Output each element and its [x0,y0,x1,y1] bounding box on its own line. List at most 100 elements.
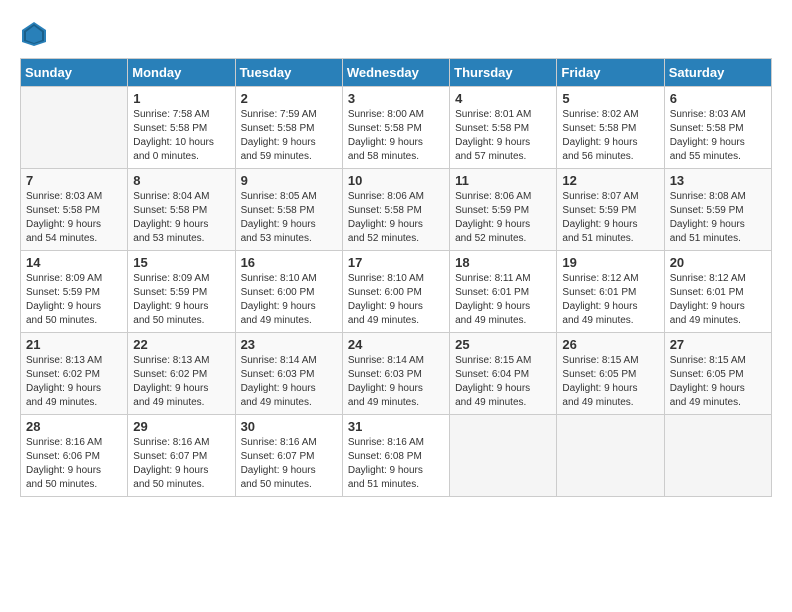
day-number: 8 [133,173,229,188]
calendar-cell: 23 Sunrise: 8:14 AMSunset: 6:03 PMDayligh… [235,333,342,415]
day-number: 28 [26,419,122,434]
day-info: Sunrise: 8:16 AMSunset: 6:06 PMDaylight:… [26,436,122,492]
day-number: 10 [348,173,444,188]
calendar-cell: 24 Sunrise: 8:14 AMSunset: 6:03 PMDayligh… [342,333,449,415]
day-number: 27 [670,337,766,352]
calendar-cell: 3Sunrise: 8:00 AMSunset: 5:58 PMDaylight… [342,87,449,169]
day-info: Sunrise: 8:05 AMSunset: 5:58 PMDaylight:… [241,190,337,246]
week-row-0: 1 Sunrise: 7:58 AMSunset: 5:58 PMDaylight… [21,87,772,169]
calendar-cell: 18Sunrise: 8:11 AMSunset: 6:01 PMDayligh… [450,251,557,333]
day-number: 7 [26,173,122,188]
day-info: Sunrise: 8:15 AMSunset: 6:05 PMDaylight:… [670,354,766,410]
calendar-cell: 8 Sunrise: 8:04 AMSunset: 5:58 PMDaylight… [128,169,235,251]
day-number: 22 [133,337,229,352]
day-info: Sunrise: 8:08 AMSunset: 5:59 PMDaylight:… [670,190,766,246]
header [20,20,772,48]
day-number: 23 [241,337,337,352]
day-number: 24 [348,337,444,352]
day-number: 2 [241,91,337,106]
day-number: 30 [241,419,337,434]
day-info: Sunrise: 8:16 AMSunset: 6:07 PMDaylight:… [241,436,337,492]
day-number: 18 [455,255,551,270]
logo [20,20,52,48]
calendar-cell: 15 Sunrise: 8:09 AMSunset: 5:59 PMDayligh… [128,251,235,333]
day-info: Sunrise: 8:13 AMSunset: 6:02 PMDaylight:… [133,354,229,410]
calendar-cell: 26 Sunrise: 8:15 AMSunset: 6:05 PMDayligh… [557,333,664,415]
day-info: Sunrise: 8:09 AMSunset: 5:59 PMDaylight:… [133,272,229,328]
calendar-cell: 29 Sunrise: 8:16 AMSunset: 6:07 PMDayligh… [128,415,235,497]
day-info: Sunrise: 8:06 AMSunset: 5:58 PMDaylight:… [348,190,444,246]
calendar-cell: 20 Sunrise: 8:12 AMSunset: 6:01 PMDayligh… [664,251,771,333]
day-number: 16 [241,255,337,270]
weekday-header-tuesday: Tuesday [235,59,342,87]
day-info: Sunrise: 8:09 AMSunset: 5:59 PMDaylight:… [26,272,122,328]
weekday-header-friday: Friday [557,59,664,87]
day-number: 26 [562,337,658,352]
calendar-cell: 17 Sunrise: 8:10 AMSunset: 6:00 PMDayligh… [342,251,449,333]
calendar-cell [450,415,557,497]
day-info: Sunrise: 8:06 AMSunset: 5:59 PMDaylight:… [455,190,551,246]
day-info: Sunrise: 8:03 AMSunset: 5:58 PMDaylight:… [26,190,122,246]
day-number: 20 [670,255,766,270]
day-number: 14 [26,255,122,270]
calendar-cell: 4 Sunrise: 8:01 AMSunset: 5:58 PMDaylight… [450,87,557,169]
day-info: Sunrise: 8:07 AMSunset: 5:59 PMDaylight:… [562,190,658,246]
day-number: 19 [562,255,658,270]
day-info: Sunrise: 8:16 AMSunset: 6:07 PMDaylight:… [133,436,229,492]
weekday-header-monday: Monday [128,59,235,87]
day-info: Sunrise: 8:03 AMSunset: 5:58 PMDaylight:… [670,108,766,164]
day-info: Sunrise: 8:00 AMSunset: 5:58 PMDaylight:… [348,108,444,164]
weekday-header-thursday: Thursday [450,59,557,87]
calendar-cell: 19 Sunrise: 8:12 AMSunset: 6:01 PMDayligh… [557,251,664,333]
calendar-cell: 16Sunrise: 8:10 AMSunset: 6:00 PMDayligh… [235,251,342,333]
day-info: Sunrise: 8:10 AMSunset: 6:00 PMDaylight:… [348,272,444,328]
day-info: Sunrise: 8:13 AMSunset: 6:02 PMDaylight:… [26,354,122,410]
calendar-cell: 31 Sunrise: 8:16 AMSunset: 6:08 PMDayligh… [342,415,449,497]
day-number: 12 [562,173,658,188]
day-number: 15 [133,255,229,270]
day-number: 4 [455,91,551,106]
day-number: 21 [26,337,122,352]
day-number: 11 [455,173,551,188]
day-number: 29 [133,419,229,434]
day-info: Sunrise: 8:16 AMSunset: 6:08 PMDaylight:… [348,436,444,492]
calendar-cell [664,415,771,497]
day-number: 9 [241,173,337,188]
calendar-cell: 11 Sunrise: 8:06 AMSunset: 5:59 PMDayligh… [450,169,557,251]
calendar-table: SundayMondayTuesdayWednesdayThursdayFrid… [20,58,772,497]
calendar-cell: 14 Sunrise: 8:09 AMSunset: 5:59 PMDayligh… [21,251,128,333]
calendar-cell: 13Sunrise: 8:08 AMSunset: 5:59 PMDayligh… [664,169,771,251]
day-info: Sunrise: 8:12 AMSunset: 6:01 PMDaylight:… [562,272,658,328]
day-info: Sunrise: 7:58 AMSunset: 5:58 PMDaylight:… [133,108,229,164]
week-row-1: 7 Sunrise: 8:03 AMSunset: 5:58 PMDaylight… [21,169,772,251]
calendar-cell: 7 Sunrise: 8:03 AMSunset: 5:58 PMDaylight… [21,169,128,251]
logo-icon [20,20,48,48]
calendar-cell: 21 Sunrise: 8:13 AMSunset: 6:02 PMDayligh… [21,333,128,415]
weekday-header-wednesday: Wednesday [342,59,449,87]
day-info: Sunrise: 8:14 AMSunset: 6:03 PMDaylight:… [241,354,337,410]
day-info: Sunrise: 8:14 AMSunset: 6:03 PMDaylight:… [348,354,444,410]
calendar-cell: 28 Sunrise: 8:16 AMSunset: 6:06 PMDayligh… [21,415,128,497]
day-number: 1 [133,91,229,106]
day-number: 5 [562,91,658,106]
day-number: 17 [348,255,444,270]
day-info: Sunrise: 8:15 AMSunset: 6:04 PMDaylight:… [455,354,551,410]
day-info: Sunrise: 8:15 AMSunset: 6:05 PMDaylight:… [562,354,658,410]
day-info: Sunrise: 8:12 AMSunset: 6:01 PMDaylight:… [670,272,766,328]
weekday-header-sunday: Sunday [21,59,128,87]
calendar-cell: 27 Sunrise: 8:15 AMSunset: 6:05 PMDayligh… [664,333,771,415]
calendar-cell: 25Sunrise: 8:15 AMSunset: 6:04 PMDayligh… [450,333,557,415]
day-info: Sunrise: 8:04 AMSunset: 5:58 PMDaylight:… [133,190,229,246]
day-info: Sunrise: 7:59 AMSunset: 5:58 PMDaylight:… [241,108,337,164]
day-number: 31 [348,419,444,434]
calendar-cell: 1 Sunrise: 7:58 AMSunset: 5:58 PMDaylight… [128,87,235,169]
calendar-cell [21,87,128,169]
calendar-cell: 30 Sunrise: 8:16 AMSunset: 6:07 PMDayligh… [235,415,342,497]
day-number: 6 [670,91,766,106]
weekday-header-row: SundayMondayTuesdayWednesdayThursdayFrid… [21,59,772,87]
week-row-4: 28 Sunrise: 8:16 AMSunset: 6:06 PMDayligh… [21,415,772,497]
calendar-cell: 9 Sunrise: 8:05 AMSunset: 5:58 PMDaylight… [235,169,342,251]
week-row-2: 14 Sunrise: 8:09 AMSunset: 5:59 PMDayligh… [21,251,772,333]
weekday-header-saturday: Saturday [664,59,771,87]
day-info: Sunrise: 8:01 AMSunset: 5:58 PMDaylight:… [455,108,551,164]
